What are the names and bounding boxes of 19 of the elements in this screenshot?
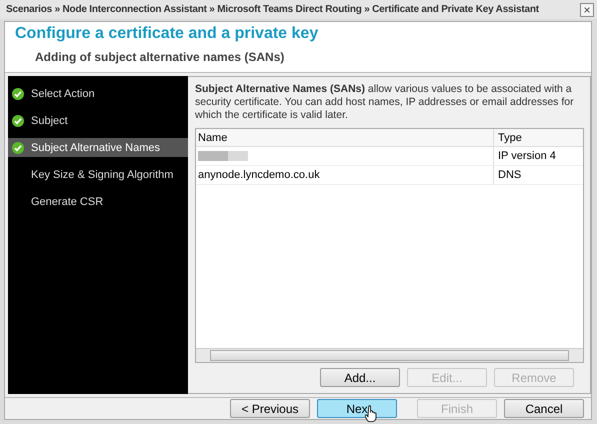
table-cell: anynode.lyncdemo.co.uk [198, 169, 320, 181]
column-header[interactable]: Type [494, 132, 522, 144]
list-button[interactable]: Add... [320, 368, 400, 387]
table-cell: DNS [498, 169, 522, 181]
wizard-button[interactable]: < Previous [230, 399, 310, 418]
step-item[interactable]: Select Action [8, 84, 188, 103]
step-item[interactable]: Key Size & Signing Algorithm [8, 165, 188, 184]
wizard-button[interactable]: Cancel [504, 399, 584, 418]
dialog-title: Configure a certificate and a private key [15, 25, 320, 43]
step-item[interactable]: Subject [8, 111, 188, 130]
horizontal-scrollbar[interactable] [196, 348, 583, 362]
close-button[interactable]: × [580, 2, 594, 16]
column-header[interactable]: Name [196, 129, 494, 146]
window-title: Scenarios » Node Interconnection Assistant » Microsoft Teams Direct Routing » Certificate and Private Key Assistant [6, 4, 539, 15]
description-text: Subject Alternative Names (SANs) allow various values to be associated with a security certificate. You can add host names, IP addresses or email addresses for which the certificate is valid later. [195, 83, 575, 122]
step-item[interactable]: Generate CSR [8, 192, 188, 211]
dialog-subtitle: Adding of subject alternative names (SANs) [35, 50, 286, 64]
step-item[interactable]: Subject Alternative Names [8, 138, 188, 157]
table-cell: IP version 4 [498, 150, 556, 162]
